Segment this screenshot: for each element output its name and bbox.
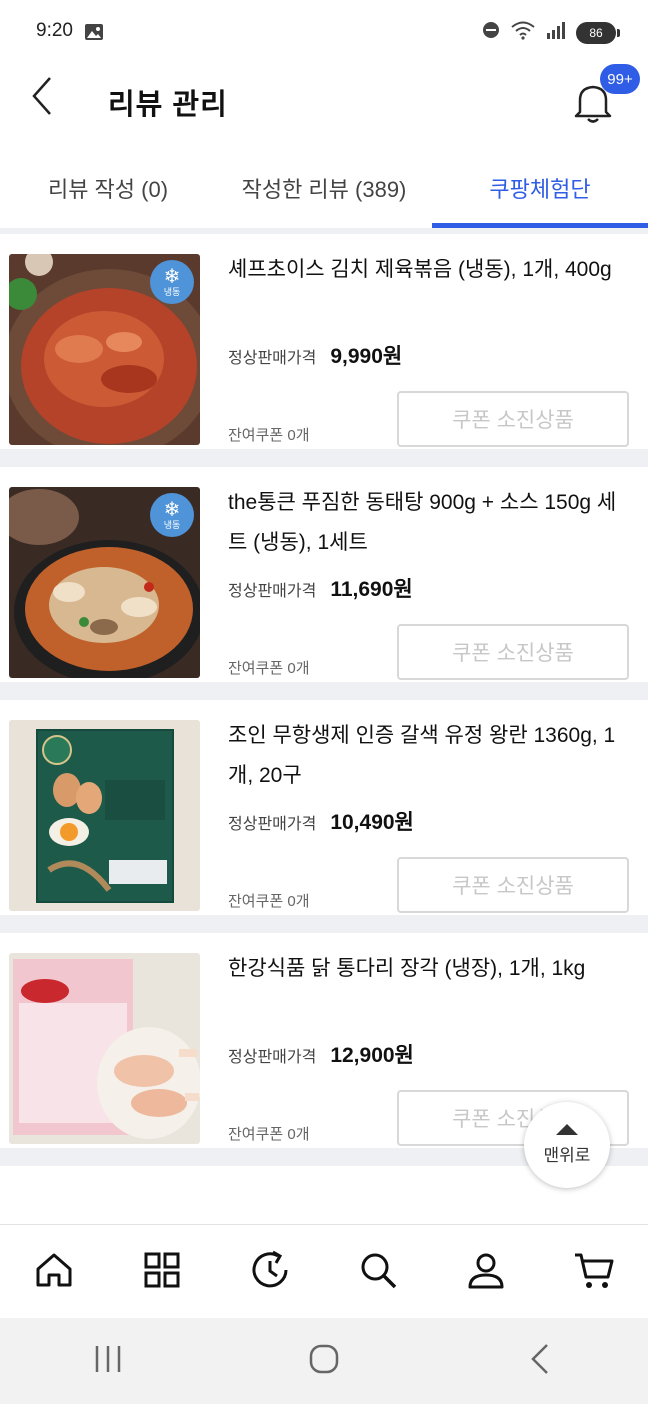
home-circle-icon (308, 1343, 340, 1380)
price-row: 정상판매가격 12,900원 (228, 1039, 414, 1069)
chevron-left-icon (30, 76, 54, 121)
dnd-icon (482, 21, 500, 44)
tab-coupang-experience[interactable]: 쿠팡체험단 (432, 148, 648, 228)
price-value: 10,490원 (330, 811, 414, 834)
nav-my-account[interactable] (432, 1225, 540, 1319)
scroll-to-top-label: 맨위로 (543, 1146, 591, 1165)
tab-write-review[interactable]: 리뷰 작성 (0) (0, 148, 216, 228)
list-item[interactable]: ❄ 냉동 the통큰 푸짐한 동태탕 900g + 소스 150g 세트 (냉동… (0, 467, 648, 700)
back-chevron-icon (529, 1343, 551, 1380)
frozen-badge: ❄ 냉동 (150, 260, 194, 304)
status-right: 86 (482, 20, 620, 45)
product-image-eggs[interactable] (9, 720, 200, 911)
wifi-icon (510, 20, 536, 45)
home-icon (34, 1250, 74, 1295)
bottom-nav (0, 1224, 648, 1318)
product-list: ❄ 냉동 셰프초이스 김치 제육볶음 (냉동), 1개, 400g 정상판매가격… (0, 234, 648, 1224)
coupon-soldout-button[interactable]: 쿠폰 소진상품 (397, 391, 629, 447)
arrow-up-icon (556, 1124, 578, 1135)
scroll-to-top-button[interactable]: 맨위로 (524, 1102, 610, 1188)
home-system-button[interactable] (216, 1318, 432, 1404)
coupon-soldout-button[interactable]: 쿠폰 소진상품 (397, 857, 629, 913)
coupon-remaining: 잔여쿠폰 0개 (228, 1126, 310, 1143)
tab-written-reviews[interactable]: 작성한 리뷰 (389) (216, 148, 432, 228)
price-label: 정상판매가격 (228, 1049, 317, 1066)
coupon-remaining: 잔여쿠폰 0개 (228, 660, 310, 677)
status-time: 9:20 (36, 20, 73, 41)
product-name[interactable]: 조인 무항생제 인증 갈색 유정 왕란 1360g, 1개, 20구 (228, 716, 628, 796)
notification-badge: 99+ (600, 64, 640, 94)
page-title: 리뷰 관리 (108, 89, 228, 121)
list-item[interactable]: ❄ 냉동 셰프초이스 김치 제육볶음 (냉동), 1개, 400g 정상판매가격… (0, 234, 648, 467)
recent-apps-icon (93, 1344, 123, 1379)
nav-category[interactable] (108, 1225, 216, 1319)
coupon-soldout-button[interactable]: 쿠폰 소진상품 (397, 624, 629, 680)
product-name[interactable]: 한강식품 닭 통다리 장각 (냉장), 1개, 1kg (228, 949, 628, 989)
price-label: 정상판매가격 (228, 350, 317, 367)
back-button[interactable] (20, 76, 64, 120)
recent-history-icon (249, 1249, 291, 1296)
list-item[interactable]: 조인 무항생제 인증 갈색 유정 왕란 1360g, 1개, 20구 정상판매가… (0, 700, 648, 933)
battery-indicator: 86 (576, 21, 620, 44)
coupon-remaining: 잔여쿠폰 0개 (228, 427, 310, 444)
nav-home[interactable] (0, 1225, 108, 1319)
product-image-pollack-stew[interactable]: ❄ 냉동 (9, 487, 200, 678)
review-tabs: 리뷰 작성 (0) 작성한 리뷰 (389) 쿠팡체험단 (0, 148, 648, 228)
system-navigation-bar (0, 1318, 648, 1404)
price-label: 정상판매가격 (228, 583, 317, 600)
price-row: 정상판매가격 11,690원 (228, 573, 413, 603)
product-image-chicken-legs[interactable] (9, 953, 200, 1144)
gallery-notification-icon (84, 23, 104, 46)
cart-icon (573, 1250, 615, 1295)
status-bar: 9:20 86 (0, 0, 648, 64)
price-row: 정상판매가격 10,490원 (228, 806, 414, 836)
coupon-remaining: 잔여쿠폰 0개 (228, 893, 310, 910)
my-account-icon (466, 1250, 506, 1295)
price-label: 정상판매가격 (228, 816, 317, 833)
product-name[interactable]: the통큰 푸짐한 동태탕 900g + 소스 150g 세트 (냉동), 1세… (228, 483, 628, 563)
price-row: 정상판매가격 9,990원 (228, 340, 402, 370)
signal-icon (546, 21, 566, 44)
product-image-pork-kimchi[interactable]: ❄ 냉동 (9, 254, 200, 445)
header: 리뷰 관리 99+ (0, 64, 648, 136)
nav-search[interactable] (324, 1225, 432, 1319)
nav-recent[interactable] (216, 1225, 324, 1319)
snowflake-icon: ❄ (163, 499, 181, 521)
price-value: 11,690원 (330, 578, 413, 601)
bell-icon (566, 85, 620, 132)
snowflake-icon: ❄ (163, 266, 181, 288)
recent-apps-button[interactable] (0, 1318, 216, 1404)
back-system-button[interactable] (432, 1318, 648, 1404)
product-name[interactable]: 셰프초이스 김치 제육볶음 (냉동), 1개, 400g (228, 250, 628, 290)
frozen-badge: ❄ 냉동 (150, 493, 194, 537)
price-value: 12,900원 (330, 1044, 414, 1067)
search-icon (358, 1250, 398, 1295)
price-value: 9,990원 (330, 345, 403, 368)
nav-cart[interactable] (540, 1225, 648, 1319)
category-grid-icon (142, 1250, 182, 1295)
